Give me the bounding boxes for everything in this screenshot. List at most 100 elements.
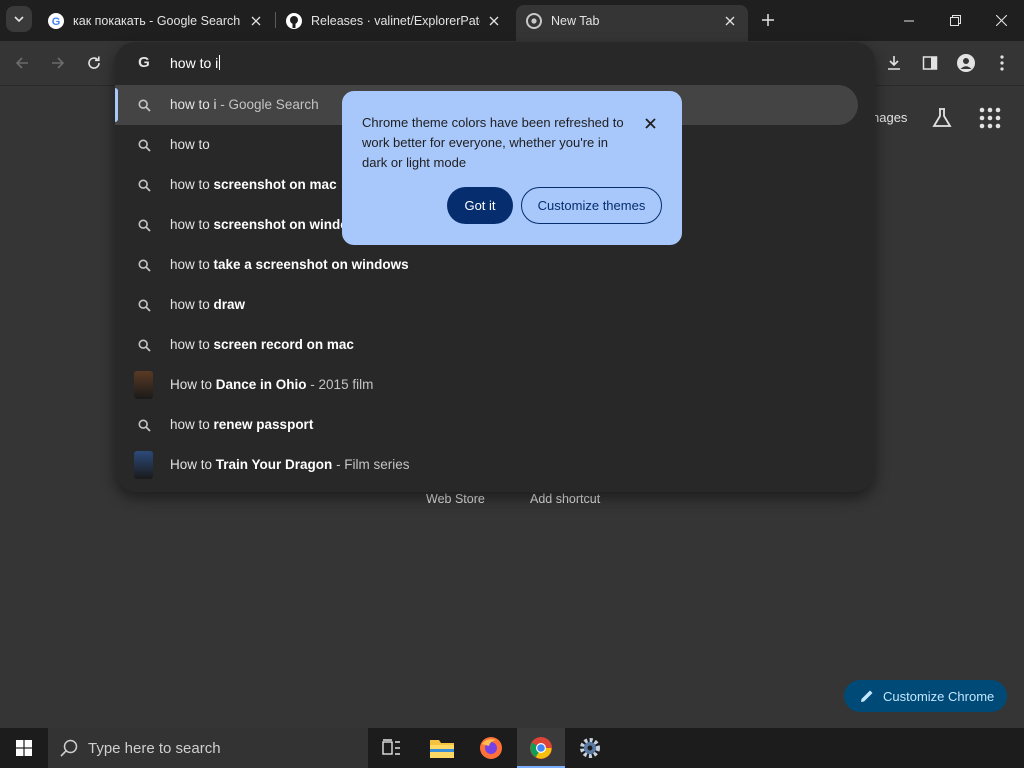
movie-thumbnail-icon [134,451,153,479]
google-apps-icon[interactable] [978,106,1002,130]
minimize-button[interactable] [886,0,932,41]
omnibox-suggestion[interactable]: How to Train Your Dragon - Film series [115,445,875,485]
selection-indicator [115,88,118,122]
close-window-button[interactable] [978,0,1024,41]
popup-close-button[interactable] [640,113,660,133]
restore-icon [949,15,961,26]
suggestion-prefix: How to [170,377,216,392]
menu-button[interactable] [988,49,1016,77]
suggestion-description: - 2015 film [306,377,374,392]
suggestion-description: - Google Search [216,97,319,112]
suggestion-text: How to Dance in Ohio - 2015 film [170,377,373,392]
omnibox-suggestion[interactable]: how to take a screenshot on windows [115,245,875,285]
omnibox-suggestion[interactable]: how to renew passport [115,405,875,445]
side-panel-button[interactable] [916,49,944,77]
suggestion-completion: draw [213,297,246,312]
suggestion-completion: screenshot on mac [213,177,337,192]
reload-icon [88,56,100,69]
customize-themes-button[interactable]: Customize themes [521,187,662,224]
tab-google-search[interactable]: G как покакать - Google Search [38,5,274,36]
theme-refresh-popup: Chrome theme colors have been refreshed … [342,91,682,245]
ntp-images-link[interactable]: nages [872,110,907,125]
taskbar-search-placeholder: Type here to search [88,739,221,757]
gear-icon [580,738,600,758]
tab-search-button[interactable] [6,6,32,32]
downloads-button[interactable] [880,49,908,77]
search-icon [60,739,78,757]
search-icon [136,217,152,233]
search-icon [136,97,152,113]
taskbar-search-box[interactable]: Type here to search [48,728,368,768]
omnibox-input[interactable]: G how to i [115,42,875,84]
omnibox-suggestion[interactable]: How to Dance in Ohio - 2015 film [115,365,875,405]
forward-button[interactable] [44,49,72,77]
start-button[interactable] [0,728,48,768]
suggestion-text: how to [170,137,210,152]
back-button[interactable] [8,49,36,77]
taskbar-settings[interactable] [566,728,614,768]
svg-text:G: G [52,16,61,28]
tab-new-tab[interactable]: New Tab [516,5,748,41]
suggestion-prefix: How to [170,457,216,472]
tab-strip: G как покакать - Google Search Releases … [0,0,1024,41]
movie-thumbnail-icon [134,371,153,399]
labs-icon[interactable] [930,106,954,130]
suggestion-prefix: how to [170,177,214,192]
new-tab-button[interactable] [756,8,780,32]
suggestion-text: how to screenshot on windows [170,217,367,232]
suggestion-prefix: how to [170,417,214,432]
profile-icon [957,54,975,72]
windows-logo-icon [16,740,32,756]
popup-message: Chrome theme colors have been refreshed … [362,115,624,170]
profile-button[interactable] [952,49,980,77]
task-view-button[interactable] [368,728,416,768]
arrow-right-icon [52,57,65,69]
taskbar-file-explorer[interactable] [418,728,466,768]
suggestion-prefix: how to [170,297,214,312]
omnibox-suggestion[interactable]: how to draw [115,285,875,325]
search-icon [136,417,152,433]
restore-button[interactable] [932,0,978,41]
github-icon [286,12,302,29]
got-it-button[interactable]: Got it [447,187,513,224]
chrome-icon [530,737,552,759]
reload-button[interactable] [80,49,108,77]
omnibox-text[interactable]: how to i [170,55,221,71]
folder-icon [430,740,454,758]
google-g-icon: G [48,12,64,29]
suggestion-prefix: how to i [170,97,217,112]
customize-chrome-button[interactable]: Customize Chrome [844,680,1007,712]
omnibox-suggestion[interactable]: how to screen record on mac [115,325,875,365]
suggestion-text: how to screenshot on mac [170,177,337,192]
close-icon [995,15,1007,26]
suggestion-completion: Dance in Ohio [215,377,307,392]
close-icon[interactable] [248,13,264,29]
tab-title: Releases · valinet/ExplorerPatcher [311,13,480,28]
close-icon[interactable] [722,13,738,29]
close-icon [644,117,656,129]
google-g-icon: G [138,54,150,70]
taskbar-chrome[interactable] [517,728,565,768]
suggestion-completion: screen record on mac [213,337,354,352]
tab-explorerpatcher[interactable]: Releases · valinet/ExplorerPatcher [276,5,512,36]
tab-title: как покакать - Google Search [73,13,241,28]
suggestion-text: how to renew passport [170,417,313,432]
chrome-icon [526,12,542,29]
suggestion-text: how to take a screenshot on windows [170,257,409,272]
minimize-icon [904,20,914,21]
close-icon[interactable] [486,13,502,29]
download-icon [888,56,900,70]
suggestion-prefix: how to [170,257,214,272]
chevron-down-icon [14,16,24,23]
firefox-icon [480,737,502,759]
plus-icon [762,14,774,26]
search-icon [136,177,152,193]
taskbar: Type here to search [0,728,1024,768]
suggestion-text: How to Train Your Dragon - Film series [170,457,410,472]
shortcut-web-store[interactable]: Web Store [426,492,485,506]
suggestion-description: - Film series [332,457,410,472]
taskbar-firefox[interactable] [467,728,515,768]
shortcut-add[interactable]: Add shortcut [530,492,600,506]
customize-chrome-label: Customize Chrome [883,688,995,704]
suggestion-prefix: how to [170,137,210,152]
